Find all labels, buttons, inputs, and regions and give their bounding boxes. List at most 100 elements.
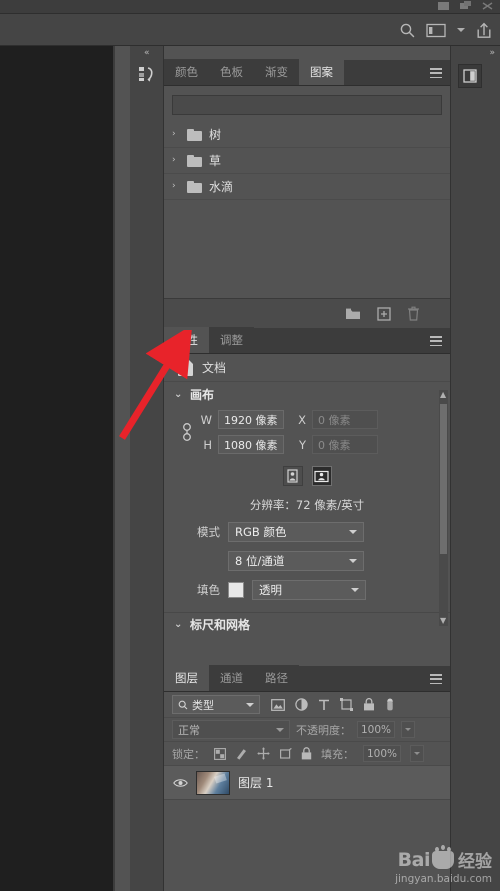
- scroll-down-arrow-icon[interactable]: ▼: [440, 617, 446, 625]
- tab-layers[interactable]: 图层: [164, 665, 209, 691]
- patterns-panel: 颜色 色板 渐变 图案 › 树 › 草 › 水滴: [164, 59, 450, 328]
- canvas-section-body: W 1920 像素 X 0 像素 H 1080 像素 Y 0 像素 分辨率：72…: [164, 406, 450, 635]
- document-icon[interactable]: [437, 1, 450, 11]
- chevron-down-icon: [351, 588, 359, 592]
- chevron-down-icon[interactable]: ⌄: [174, 619, 183, 630]
- chevron-right-icon[interactable]: ›: [172, 156, 180, 165]
- chevron-right-icon[interactable]: ›: [172, 182, 180, 191]
- panel-menu-icon[interactable]: [430, 336, 442, 346]
- canvas-edge: [113, 46, 115, 891]
- list-item[interactable]: › 树: [164, 122, 450, 148]
- lock-artboard-icon[interactable]: [279, 747, 292, 760]
- search-icon[interactable]: [399, 22, 415, 38]
- filter-kind-select[interactable]: 类型: [172, 695, 260, 714]
- lock-transparency-icon[interactable]: [214, 747, 226, 760]
- opacity-stepper[interactable]: [401, 721, 415, 738]
- collapsed-panel-icon[interactable]: [458, 64, 482, 88]
- pattern-search-input[interactable]: [172, 95, 442, 115]
- smart-object-filter-icon[interactable]: [363, 698, 375, 711]
- color-mode-row: 模式 RGB 颜色: [164, 522, 450, 542]
- width-input[interactable]: 1920 像素: [218, 410, 284, 429]
- chevron-down-icon[interactable]: ⌄: [174, 389, 183, 400]
- x-label: X: [298, 412, 306, 427]
- fill-input[interactable]: 100%: [363, 745, 401, 762]
- fill-color-row: 填色 透明: [164, 580, 450, 600]
- scrollbar-thumb[interactable]: [440, 404, 447, 554]
- height-input[interactable]: 1080 像素: [218, 435, 284, 454]
- type-filter-icon[interactable]: [318, 699, 330, 711]
- lock-image-icon[interactable]: [235, 747, 248, 760]
- share-export-icon[interactable]: [476, 22, 492, 39]
- panel-menu-icon[interactable]: [430, 674, 442, 684]
- resolution-label: 分辨率：72 像素/英寸: [249, 498, 365, 512]
- list-item[interactable]: › 水滴: [164, 174, 450, 200]
- layers-panel: 图层 通道 路径 类型 正常 不透明度： 100% 锁定： 填充： 100% 图…: [164, 665, 450, 891]
- y-input[interactable]: 0 像素: [312, 435, 378, 454]
- document-type-row: 文档: [164, 354, 450, 382]
- canvas-section-header[interactable]: ⌄ 画布: [164, 382, 450, 406]
- tab-channels[interactable]: 通道: [209, 665, 254, 691]
- tab-gradients[interactable]: 渐变: [254, 59, 299, 85]
- lock-position-icon[interactable]: [257, 747, 270, 760]
- left-dock-rail: [130, 46, 164, 891]
- layers-stack-icon[interactable]: [459, 1, 472, 11]
- tab-paths[interactable]: 路径: [254, 665, 299, 691]
- right-dock-rail: [450, 46, 500, 891]
- x-input[interactable]: 0 像素: [312, 410, 378, 429]
- chevron-right-icon[interactable]: ›: [172, 130, 180, 139]
- layer-filter-row: 类型: [164, 692, 450, 718]
- canvas[interactable]: [0, 46, 113, 891]
- tab-adjustments[interactable]: 调整: [209, 327, 254, 353]
- document-icon: [178, 359, 193, 376]
- width-row: W 1920 像素 X 0 像素: [196, 410, 378, 429]
- options-bar: [0, 14, 500, 46]
- tab-swatches[interactable]: 色板: [209, 59, 254, 85]
- patterns-panel-tabbar: 颜色 色板 渐变 图案: [164, 59, 450, 86]
- fill-color-select[interactable]: 透明: [252, 580, 366, 600]
- height-row: H 1080 像素 Y 0 像素: [196, 435, 378, 454]
- fill-stepper[interactable]: [410, 745, 424, 762]
- image-filter-icon[interactable]: [271, 698, 285, 711]
- chevron-down-icon[interactable]: [457, 28, 465, 32]
- collapse-left-button[interactable]: «: [144, 48, 149, 58]
- width-label: W: [200, 412, 212, 427]
- tab-patterns[interactable]: 图案: [299, 59, 344, 85]
- title-bar: [0, 0, 500, 14]
- panel-menu-icon[interactable]: [430, 68, 442, 78]
- pattern-folder-list: › 树 › 草 › 水滴: [164, 122, 450, 286]
- canvas-section-title: 画布: [190, 387, 215, 402]
- tab-color[interactable]: 颜色: [164, 59, 209, 85]
- color-mode-select[interactable]: RGB 颜色: [228, 522, 364, 542]
- filter-icon-group: [271, 698, 395, 712]
- history-actions-icon[interactable]: [136, 62, 158, 86]
- link-dimensions-icon[interactable]: [178, 419, 196, 445]
- adjustment-filter-icon[interactable]: [295, 698, 308, 711]
- table-row[interactable]: 图层 1: [164, 766, 450, 800]
- lock-all-icon[interactable]: [301, 747, 312, 760]
- fill-color-swatch[interactable]: [228, 582, 244, 598]
- options-bar-right-cluster: [399, 14, 492, 46]
- collapse-right-button[interactable]: »: [489, 48, 494, 58]
- folder-icon: [187, 154, 202, 167]
- bit-depth-select[interactable]: 8 位/通道: [228, 551, 364, 571]
- toggle-filter-icon[interactable]: [385, 698, 395, 712]
- scroll-up-arrow-icon[interactable]: ▲: [440, 391, 446, 399]
- landscape-icon[interactable]: [311, 466, 332, 486]
- bit-depth-row: 8 位/通道: [164, 551, 450, 571]
- eye-icon[interactable]: [172, 778, 188, 788]
- layer-name[interactable]: 图层 1: [238, 774, 273, 791]
- close-icon[interactable]: [481, 1, 494, 11]
- rulers-section-header[interactable]: ⌄ 标尺和网格: [164, 613, 450, 635]
- tab-properties[interactable]: 属性: [164, 327, 209, 353]
- opacity-input[interactable]: 100%: [357, 721, 395, 738]
- new-folder-icon[interactable]: [345, 307, 361, 320]
- delete-icon[interactable]: [407, 306, 420, 321]
- workspace-icon[interactable]: [426, 23, 446, 38]
- list-item[interactable]: › 草: [164, 148, 450, 174]
- patterns-panel-footer: [164, 298, 450, 328]
- blend-mode-select[interactable]: 正常: [172, 720, 290, 739]
- properties-scrollbar[interactable]: ▲ ▼: [439, 390, 448, 626]
- portrait-icon[interactable]: [282, 466, 303, 486]
- shape-filter-icon[interactable]: [340, 698, 353, 711]
- new-pattern-icon[interactable]: [377, 306, 391, 321]
